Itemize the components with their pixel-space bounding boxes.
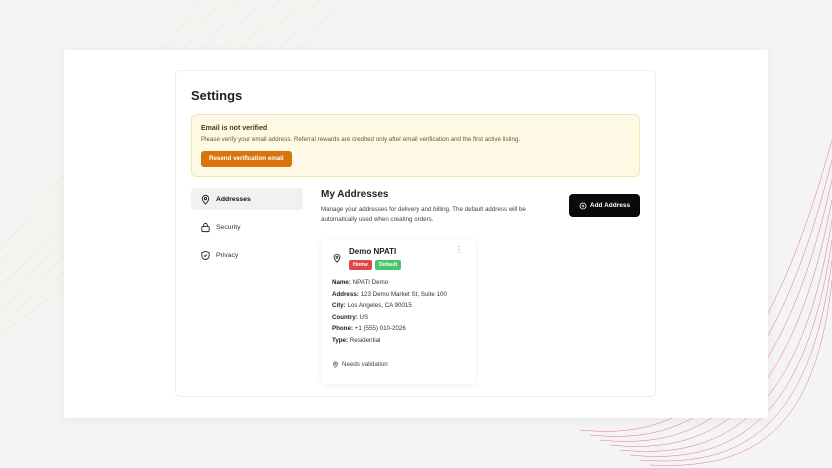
address-name: Demo NPATI	[349, 247, 397, 256]
sidebar-item-addresses[interactable]: Addresses	[191, 188, 303, 210]
field-name: Name: NPATI Demo	[332, 279, 389, 286]
app-window: Settings Email is not verified Please ve…	[64, 50, 768, 418]
lock-icon	[200, 222, 211, 233]
sidebar-item-label: Privacy	[216, 251, 239, 259]
settings-sidebar: Addresses Security Privacy	[191, 188, 303, 272]
page-title: Settings	[191, 88, 243, 103]
sidebar-item-label: Addresses	[216, 195, 251, 203]
alert-title: Email is not verified	[201, 125, 268, 132]
address-fields: Name: NPATI Demo Address: 123 Demo Marke…	[332, 279, 467, 348]
map-pin-icon	[332, 361, 339, 368]
validation-status: Needs validation	[332, 361, 388, 368]
sidebar-item-label: Security	[216, 223, 241, 231]
default-badge: Default	[374, 260, 402, 270]
settings-card: Settings Email is not verified Please ve…	[175, 70, 656, 397]
add-address-button[interactable]: Add Address	[569, 194, 640, 217]
email-verification-alert: Email is not verified Please verify your…	[191, 114, 640, 177]
add-address-label: Add Address	[589, 202, 631, 209]
alert-message: Please verify your email address. Referr…	[201, 136, 521, 143]
address-card: Demo NPATI ⋮ Home Default Name: NPATI De…	[321, 239, 476, 384]
map-pin-icon	[200, 194, 211, 205]
home-badge: Home	[349, 260, 372, 270]
more-options-icon[interactable]: ⋮	[455, 246, 463, 254]
resend-verification-button[interactable]: Resend verification email	[201, 151, 292, 167]
field-phone: Phone: +1 (555) 010-2026	[332, 325, 406, 332]
sidebar-item-security[interactable]: Security	[191, 216, 303, 238]
addresses-description: Manage your addresses for delivery and b…	[321, 206, 526, 223]
plus-circle-icon	[579, 202, 587, 210]
sidebar-item-privacy[interactable]: Privacy	[191, 244, 303, 266]
validation-text: Needs validation	[342, 361, 388, 368]
field-type: Type: Residential	[332, 336, 381, 344]
field-city: City: Los Angeles, CA 90015	[332, 302, 412, 309]
shield-icon	[200, 250, 211, 261]
address-badges: Home Default	[349, 260, 402, 270]
map-pin-icon	[332, 253, 342, 263]
field-address: Address: 123 Demo Market St, Suite 100	[332, 290, 447, 298]
field-country: Country: US	[332, 313, 369, 321]
addresses-title: My Addresses	[321, 189, 389, 200]
